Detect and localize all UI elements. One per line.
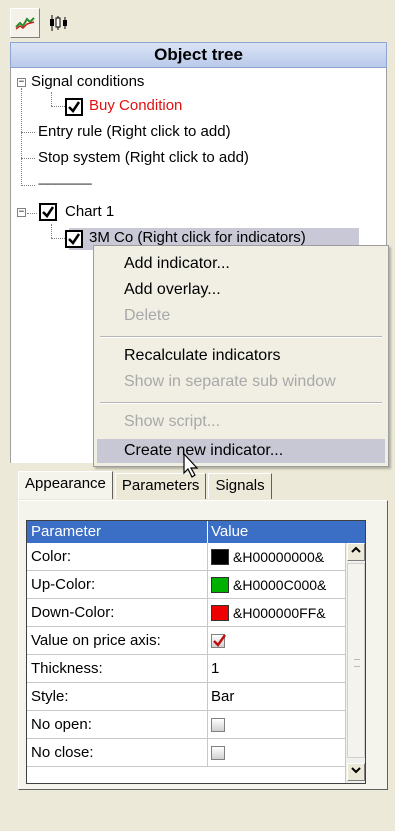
scroll-up-button[interactable] — [347, 543, 365, 561]
grid-scrollbar[interactable] — [345, 543, 365, 783]
signals-view-button[interactable] — [10, 8, 40, 38]
no-close-checkbox[interactable] — [211, 746, 225, 760]
tree-line — [27, 213, 37, 214]
param-value[interactable]: 1 — [211, 655, 219, 683]
tree-node-signal-conditions[interactable]: Signal conditions — [31, 72, 144, 92]
tree-line — [21, 132, 35, 133]
tree-line — [21, 158, 35, 159]
check-icon — [213, 634, 226, 647]
table-row[interactable]: No close: — [27, 739, 365, 767]
grid-header: Parameter Value — [27, 521, 365, 543]
table-row[interactable]: Color: &H00000000& — [27, 543, 365, 571]
table-row[interactable]: Style: Bar — [27, 683, 365, 711]
tree-line — [51, 238, 65, 239]
menu-item-add-overlay[interactable]: Add overlay... — [97, 278, 385, 302]
param-name: Down-Color: — [31, 604, 115, 621]
column-header-parameter[interactable]: Parameter — [31, 521, 101, 543]
signals-icon — [15, 17, 35, 30]
candles-icon — [50, 15, 67, 31]
table-row[interactable]: Thickness: 1 — [27, 655, 365, 683]
param-value-cell[interactable]: &H000000FF& — [211, 599, 326, 627]
tree-node-chart[interactable]: Chart 1 — [65, 202, 114, 222]
param-value-cell[interactable] — [211, 739, 225, 767]
param-name: Up-Color: — [31, 576, 96, 593]
tree-line — [51, 106, 65, 107]
chevron-down-icon — [351, 767, 361, 774]
param-value-cell[interactable] — [211, 711, 225, 739]
check-icon — [68, 233, 81, 245]
column-divider — [207, 683, 208, 711]
menu-item-show-separate[interactable]: Show in separate sub window — [97, 370, 385, 394]
table-row[interactable]: Down-Color: &H000000FF& — [27, 599, 365, 627]
column-divider — [207, 599, 208, 627]
parameter-grid: Parameter Value Color: &H00000000& Up-Co… — [26, 520, 366, 784]
color-swatch[interactable] — [211, 549, 229, 565]
value-on-axis-checkbox[interactable] — [211, 634, 226, 648]
param-name: Color: — [31, 548, 72, 565]
scroll-down-button[interactable] — [347, 763, 365, 781]
mouse-cursor-icon — [183, 453, 199, 478]
collapse-chart-icon[interactable]: − — [17, 208, 26, 217]
param-value-cell[interactable]: &H00000000& — [211, 543, 324, 571]
tree-line — [21, 88, 22, 186]
tree-node-entry-rule[interactable]: Entry rule (Right click to add) — [38, 122, 231, 142]
menu-item-recalculate[interactable]: Recalculate indicators — [97, 344, 385, 368]
check-icon — [42, 206, 55, 218]
param-value-cell[interactable]: &H0000C000& — [211, 571, 326, 599]
buy-condition-checkbox[interactable] — [65, 98, 83, 116]
menu-item-add-indicator[interactable]: Add indicator... — [97, 252, 385, 276]
grip-icon — [354, 659, 360, 667]
toolbar — [10, 8, 74, 38]
collapse-signal-conditions-icon[interactable]: − — [17, 78, 26, 87]
column-divider — [207, 627, 208, 655]
tree-line — [51, 92, 52, 106]
param-name: Thickness: — [31, 660, 103, 677]
column-divider — [207, 711, 208, 739]
column-header-value[interactable]: Value — [211, 521, 248, 543]
column-divider[interactable] — [207, 521, 208, 543]
security-checkbox[interactable] — [65, 230, 83, 248]
tree-line — [51, 224, 52, 238]
tab-signals[interactable]: Signals — [208, 473, 272, 499]
color-swatch[interactable] — [211, 605, 229, 621]
chevron-up-icon — [351, 546, 361, 553]
object-tree-title: Object tree — [10, 42, 387, 68]
context-menu: Add indicator... Add overlay... Delete R… — [93, 245, 389, 467]
tree-line — [21, 185, 35, 186]
chart-checkbox[interactable] — [39, 203, 57, 221]
param-name: No open: — [31, 716, 92, 733]
property-tabs: Appearance Parameters Signals — [18, 471, 274, 499]
tree-node-separator: -------------------- — [38, 178, 92, 190]
menu-item-delete[interactable]: Delete — [97, 304, 385, 328]
table-row[interactable]: Value on price axis: — [27, 627, 365, 655]
table-row[interactable]: No open: — [27, 711, 365, 739]
scroll-thumb[interactable] — [347, 563, 365, 758]
table-row[interactable]: Up-Color: &H0000C000& — [27, 571, 365, 599]
param-name: Style: — [31, 688, 69, 705]
menu-separator — [100, 336, 382, 338]
tree-node-buy-condition[interactable]: Buy Condition — [89, 96, 182, 116]
color-swatch[interactable] — [211, 577, 229, 593]
check-icon — [68, 101, 81, 113]
param-value[interactable]: Bar — [211, 683, 234, 711]
menu-item-show-script[interactable]: Show script... — [97, 410, 385, 434]
param-value: &H0000C000& — [233, 577, 327, 593]
param-name: Value on price axis: — [31, 632, 161, 649]
no-open-checkbox[interactable] — [211, 718, 225, 732]
tree-node-stop-system[interactable]: Stop system (Right click to add) — [38, 148, 249, 168]
column-divider — [207, 571, 208, 599]
menu-item-create-indicator[interactable]: Create new indicator... — [97, 439, 385, 463]
menu-separator — [100, 402, 382, 404]
param-value: &H00000000& — [233, 549, 325, 565]
indicator-panel: Object tree − Signal conditions Buy Cond… — [0, 0, 395, 831]
param-name: No close: — [31, 744, 94, 761]
tab-appearance[interactable]: Appearance — [18, 471, 113, 499]
param-value-cell[interactable] — [211, 627, 226, 655]
candles-view-button[interactable] — [44, 8, 74, 38]
column-divider — [207, 543, 208, 571]
column-divider — [207, 739, 208, 767]
column-divider — [207, 655, 208, 683]
param-value: &H000000FF& — [233, 605, 326, 621]
